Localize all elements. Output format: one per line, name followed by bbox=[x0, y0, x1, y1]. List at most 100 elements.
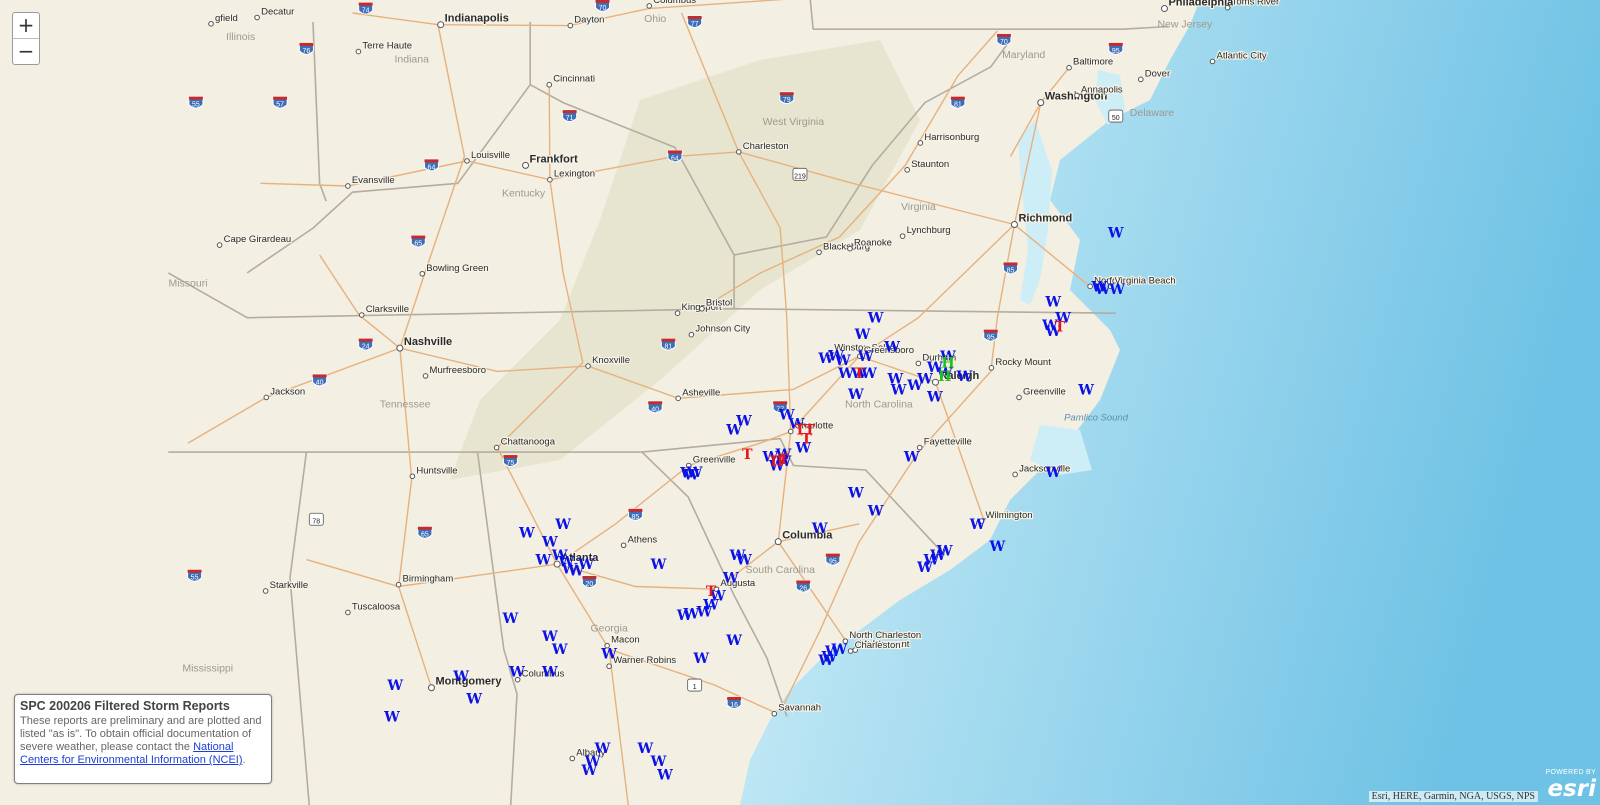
route-shield-number: 76 bbox=[303, 48, 311, 55]
wind-report-20[interactable]: W bbox=[857, 349, 874, 365]
wind-report-16[interactable]: W bbox=[926, 390, 943, 406]
wind-report-29[interactable]: W bbox=[906, 378, 923, 394]
wind-report-19[interactable]: W bbox=[883, 339, 900, 355]
wind-report-5[interactable]: W bbox=[1044, 295, 1061, 311]
route-shield-24: 24 bbox=[358, 338, 374, 351]
tornado-report-9[interactable]: T bbox=[706, 584, 717, 600]
zoom-out-button[interactable]: − bbox=[13, 38, 39, 64]
wind-report-85[interactable]: W bbox=[386, 678, 403, 694]
city-dot bbox=[216, 242, 223, 248]
wind-report-52[interactable]: W bbox=[916, 560, 933, 576]
wind-report-3[interactable]: W bbox=[1094, 282, 1111, 298]
route-shield-number: 85 bbox=[1007, 267, 1015, 274]
wind-report-48[interactable]: W bbox=[988, 539, 1005, 555]
map[interactable]: 74 70 77 70 95 76 55 57 71 79 81 50 64 64 219 65 85 24 81 9… bbox=[0, 0, 1600, 805]
wind-report-63[interactable]: W bbox=[692, 651, 709, 667]
wind-report-79[interactable]: W bbox=[551, 642, 568, 658]
wind-report-28[interactable]: W bbox=[890, 382, 907, 398]
wind-report-76[interactable]: W bbox=[577, 557, 594, 573]
esri-wordmark: esri bbox=[1547, 776, 1596, 802]
city-label: gfield bbox=[215, 13, 238, 24]
wind-report-41[interactable]: W bbox=[847, 485, 864, 501]
city-dot bbox=[345, 183, 351, 189]
city-dot bbox=[620, 542, 627, 549]
wind-report-43[interactable]: W bbox=[811, 521, 828, 537]
wind-report-92[interactable]: W bbox=[656, 768, 673, 784]
tornado-report-4[interactable]: T bbox=[801, 432, 812, 448]
route-shield-40: 40 bbox=[647, 400, 663, 413]
wind-report-40[interactable]: W bbox=[903, 450, 920, 466]
wind-report-72[interactable]: W bbox=[534, 553, 551, 569]
wind-report-30[interactable]: W bbox=[847, 387, 864, 403]
hail-report-2[interactable]: H bbox=[938, 369, 951, 385]
route-shield-number: 95 bbox=[1112, 48, 1120, 55]
wind-report-10[interactable]: W bbox=[1044, 465, 1061, 481]
zoom-control: + − bbox=[12, 12, 40, 65]
wind-report-84[interactable]: W bbox=[465, 691, 482, 707]
wind-report-68[interactable]: W bbox=[518, 526, 535, 542]
route-shield-81: 81 bbox=[660, 338, 676, 351]
wind-report-42[interactable]: W bbox=[867, 503, 884, 519]
wind-report-90[interactable]: W bbox=[581, 763, 598, 779]
wind-report-4[interactable]: W bbox=[1108, 282, 1125, 298]
wind-report-77[interactable]: W bbox=[502, 611, 519, 627]
city-dot bbox=[585, 363, 591, 369]
city-label: Huntsville bbox=[416, 465, 457, 476]
tornado-report-8[interactable]: T bbox=[778, 452, 789, 468]
city-label: Lynchburg bbox=[907, 225, 951, 236]
city-dot bbox=[1012, 471, 1018, 478]
city-label: Fayetteville bbox=[924, 437, 972, 448]
city-label: Dover bbox=[1145, 68, 1170, 79]
wind-report-17[interactable]: W bbox=[867, 311, 884, 327]
city-dot bbox=[1137, 76, 1144, 83]
zoom-in-button[interactable]: + bbox=[13, 13, 39, 38]
wind-report-82[interactable]: W bbox=[600, 647, 617, 663]
wind-report-23[interactable]: W bbox=[827, 348, 844, 364]
wind-report-56[interactable]: W bbox=[650, 557, 667, 573]
city-dot bbox=[1010, 220, 1018, 228]
city-dot bbox=[396, 344, 404, 352]
wind-report-9[interactable]: W bbox=[1077, 382, 1094, 398]
route-shield-number: 85 bbox=[632, 514, 640, 521]
wind-report-62[interactable]: W bbox=[725, 633, 742, 649]
tornado-report-5[interactable]: T bbox=[742, 447, 753, 463]
wind-report-67[interactable]: W bbox=[817, 653, 834, 669]
city-label: Dayton bbox=[574, 15, 604, 26]
route-shield-65: 65 bbox=[417, 526, 433, 539]
tornado-report-10[interactable]: T bbox=[854, 366, 865, 382]
city-label: Chattanooga bbox=[501, 437, 556, 448]
wind-report-15[interactable]: W bbox=[956, 369, 973, 385]
wind-report-83[interactable]: W bbox=[452, 669, 469, 685]
wind-report-61[interactable]: W bbox=[676, 608, 693, 624]
wind-report-18[interactable]: W bbox=[854, 327, 871, 343]
wind-report-69[interactable]: W bbox=[554, 517, 571, 533]
wind-report-35[interactable]: W bbox=[725, 423, 742, 439]
city-label: Staunton bbox=[911, 159, 949, 170]
wind-report-46[interactable]: W bbox=[679, 466, 696, 482]
city-label: Asheville bbox=[682, 387, 720, 398]
city-dot bbox=[1160, 5, 1168, 13]
water-label-pamlico-sound: Pamlico Sound bbox=[1064, 413, 1129, 424]
route-shield-number: 65 bbox=[421, 532, 429, 539]
route-shield-95: 95 bbox=[1108, 42, 1124, 55]
wind-report-1[interactable]: W bbox=[1107, 226, 1124, 242]
wind-report-86[interactable]: W bbox=[383, 709, 400, 725]
wind-report-81[interactable]: W bbox=[541, 665, 558, 681]
city-dot bbox=[569, 755, 576, 762]
route-shield-70: 70 bbox=[996, 33, 1012, 46]
route-shield-75: 75 bbox=[502, 454, 518, 467]
tornado-report-1[interactable]: T bbox=[1055, 320, 1066, 336]
city-dot bbox=[1066, 64, 1072, 71]
esri-logo[interactable]: POWERED BY esri bbox=[1542, 769, 1596, 803]
route-shield-number: 81 bbox=[954, 102, 962, 109]
wind-report-54[interactable]: W bbox=[735, 553, 752, 569]
city-dot bbox=[345, 609, 351, 616]
route-shield-71: 71 bbox=[562, 109, 578, 122]
wind-report-47[interactable]: W bbox=[969, 517, 986, 533]
route-shield-26: 26 bbox=[795, 579, 811, 592]
wind-report-80[interactable]: W bbox=[508, 665, 525, 681]
route-shield-number: 70 bbox=[1000, 39, 1008, 46]
wind-report-55[interactable]: W bbox=[722, 571, 739, 587]
city-dot bbox=[547, 176, 553, 183]
route-shield-40: 40 bbox=[312, 373, 328, 386]
